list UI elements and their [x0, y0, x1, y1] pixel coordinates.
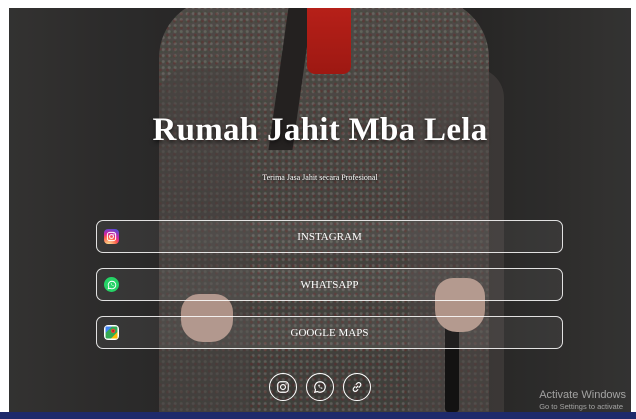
instagram-social-button[interactable] — [269, 373, 297, 401]
instagram-icon — [277, 381, 289, 393]
google-maps-icon — [104, 325, 119, 340]
whatsapp-social-button[interactable] — [306, 373, 334, 401]
activate-windows-watermark: Activate Windows Go to Settings to activ… — [539, 389, 626, 411]
taskbar-strip — [0, 412, 636, 419]
page-title: Rumah Jahit Mba Lela — [152, 112, 488, 148]
whatsapp-link-button[interactable]: WHATSAPP — [96, 268, 563, 301]
link-icon — [352, 382, 362, 392]
instagram-icon — [104, 229, 119, 244]
whatsapp-icon — [313, 381, 326, 394]
background-photo — [9, 8, 631, 412]
whatsapp-icon — [104, 277, 119, 292]
page-subtitle: Terima Jasa Jahit secara Profesional — [262, 173, 378, 182]
whatsapp-link-label: WHATSAPP — [300, 278, 359, 291]
link-social-button[interactable] — [343, 373, 371, 401]
instagram-link-label: INSTAGRAM — [297, 230, 362, 243]
social-icons-row — [9, 373, 631, 401]
google-maps-link-button[interactable]: GOOGLE MAPS — [96, 316, 563, 349]
instagram-link-button[interactable]: INSTAGRAM — [96, 220, 563, 253]
page-viewport: Rumah Jahit Mba Lela Terima Jasa Jahit s… — [9, 8, 631, 412]
google-maps-link-label: GOOGLE MAPS — [290, 326, 369, 339]
watermark-line-1: Activate Windows — [539, 389, 626, 401]
watermark-line-2: Go to Settings to activate — [539, 402, 623, 411]
